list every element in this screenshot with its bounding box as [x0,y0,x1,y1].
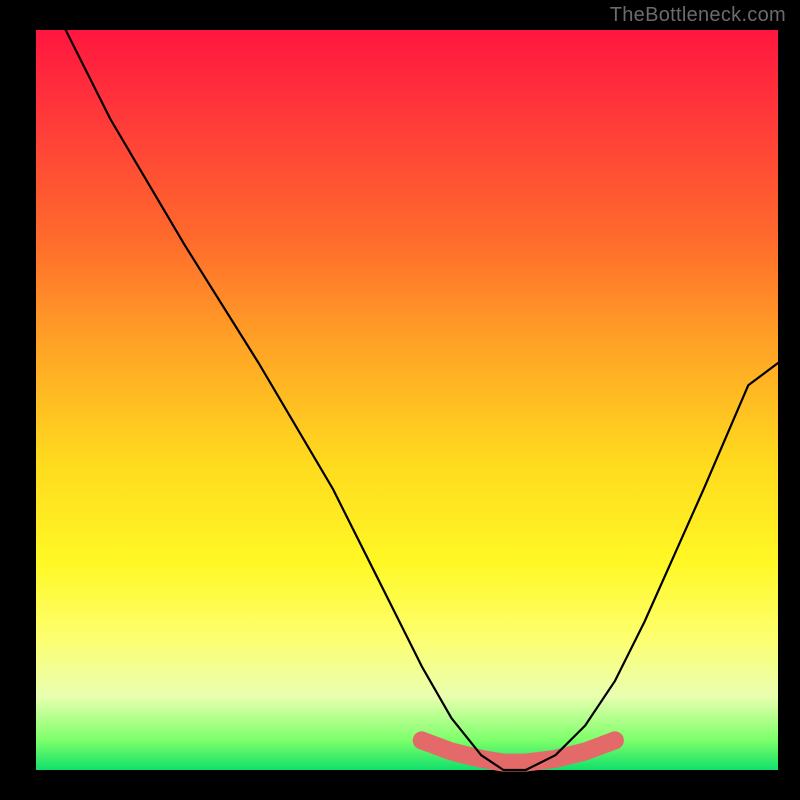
chart-svg [0,0,800,800]
band-start-dot [413,731,431,749]
chart-frame: TheBottleneck.com [0,0,800,800]
band-end-dot [606,731,624,749]
optimal-band-line [422,740,615,762]
bottleneck-curve-line [66,30,778,770]
watermark-text: TheBottleneck.com [610,4,786,27]
